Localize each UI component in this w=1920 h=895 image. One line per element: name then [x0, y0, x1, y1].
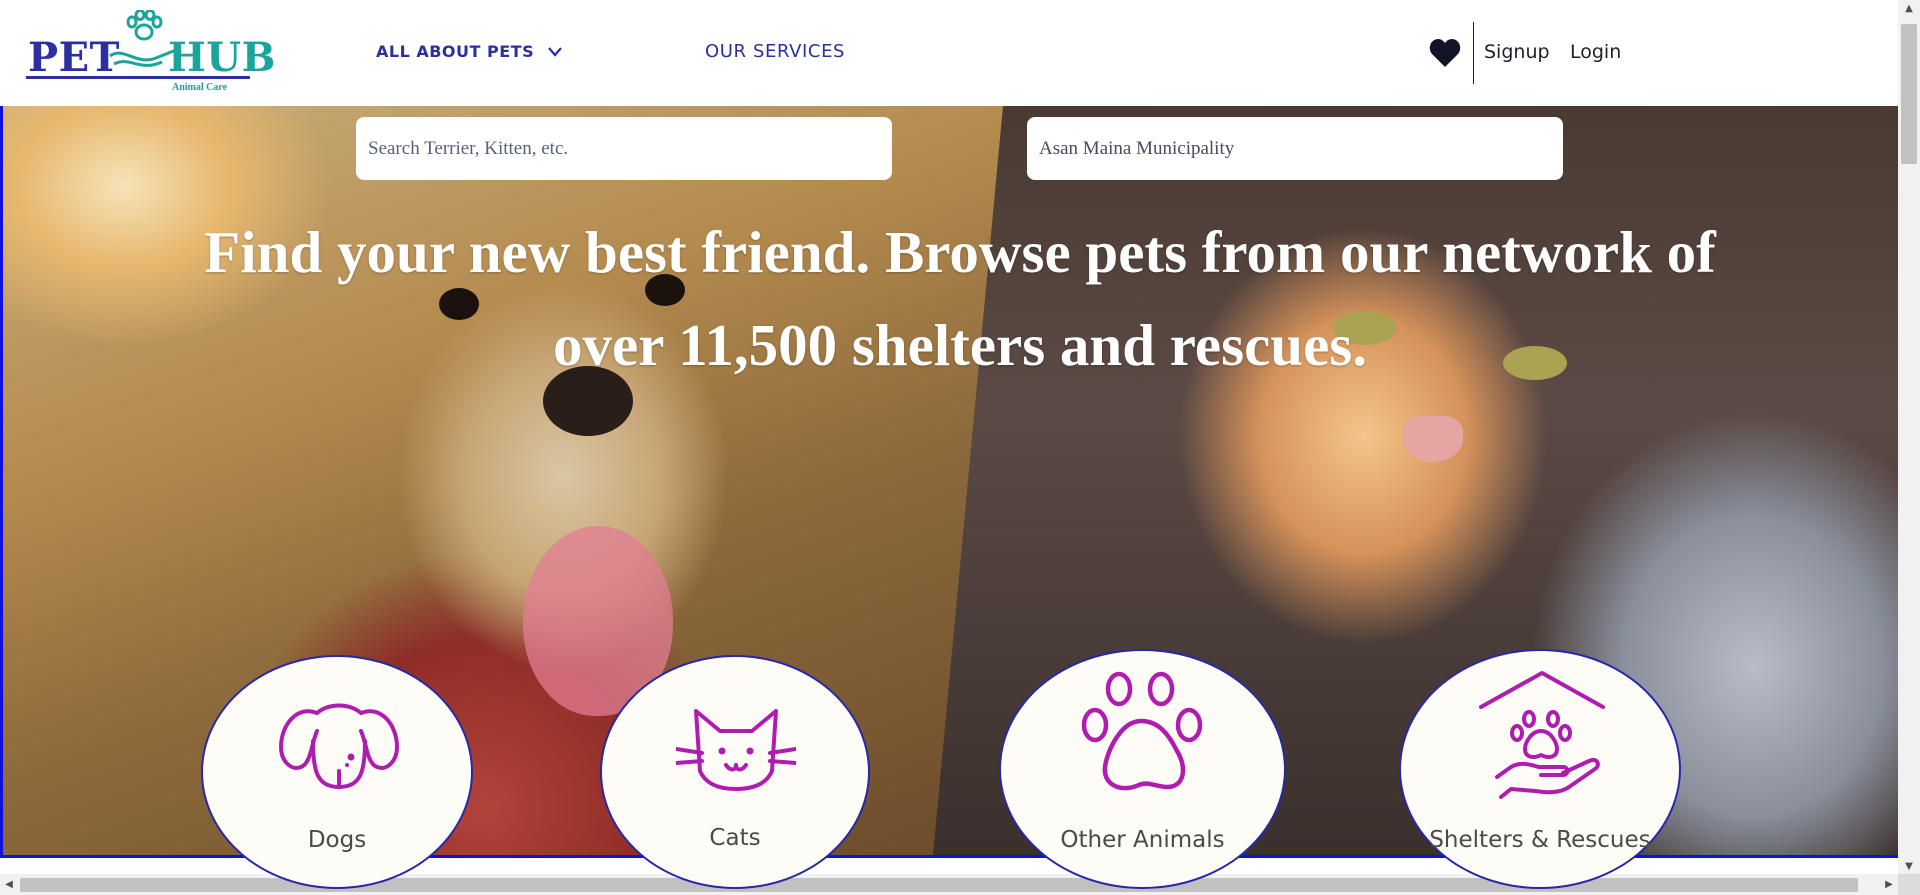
category-label-other-animals: Other Animals — [1060, 827, 1225, 853]
category-label-dogs: Dogs — [307, 827, 367, 853]
scroll-up-arrow-icon[interactable]: ▲ — [1898, 0, 1920, 18]
pethub-logo[interactable]: PET HUB Animal Care — [26, 10, 275, 96]
cat-icon — [676, 709, 796, 791]
scrollbar-corner — [1898, 874, 1920, 895]
cat-nose — [1403, 416, 1463, 462]
category-card-cats[interactable]: Cats — [600, 655, 870, 889]
logo-underline — [26, 76, 250, 79]
login-link[interactable]: Login — [1570, 41, 1621, 63]
paw-icon — [1081, 671, 1203, 791]
logo-text-hub: HUB — [168, 34, 276, 81]
pet-search-input[interactable] — [356, 117, 892, 180]
hero-headline: Find your new best friend. Browse pets f… — [100, 206, 1820, 392]
header-divider — [1473, 22, 1474, 84]
scroll-left-arrow-icon[interactable]: ◀ — [0, 874, 18, 895]
category-label-cats: Cats — [709, 825, 761, 851]
location-input[interactable] — [1027, 117, 1563, 180]
logo-tagline: Animal Care — [172, 82, 228, 93]
category-card-dogs[interactable]: Dogs — [201, 655, 473, 889]
nav-all-about-pets[interactable]: ALL ABOUT PETS — [376, 42, 562, 61]
chevron-down-icon — [548, 42, 562, 61]
category-card-other-animals[interactable]: Other Animals — [999, 649, 1286, 889]
hero-headline-line1: Find your new best friend. Browse pets f… — [204, 219, 1716, 285]
dog-icon — [278, 703, 400, 790]
logo-text-pet: PET — [28, 34, 120, 81]
scroll-right-arrow-icon[interactable]: ▶ — [1880, 874, 1898, 895]
nav-all-about-pets-label: ALL ABOUT PETS — [376, 42, 535, 61]
top-header: PET HUB Animal Care ALL ABOUT PETS OUR S… — [0, 0, 1898, 106]
heart-icon[interactable] — [1429, 38, 1461, 72]
vertical-scroll-thumb[interactable] — [1901, 24, 1917, 164]
category-card-shelters-rescues[interactable]: Shelters & Rescues — [1399, 649, 1681, 889]
nav-our-services[interactable]: OUR SERVICES — [705, 41, 845, 62]
hero-headline-line2: over 11,500 shelters and rescues. — [553, 312, 1367, 378]
shelter-icon — [1479, 671, 1605, 799]
signup-link[interactable]: Signup — [1484, 41, 1550, 63]
category-label-shelters-rescues: Shelters & Rescues — [1429, 827, 1651, 853]
vertical-scrollbar[interactable]: ▲ ▼ — [1898, 0, 1920, 895]
